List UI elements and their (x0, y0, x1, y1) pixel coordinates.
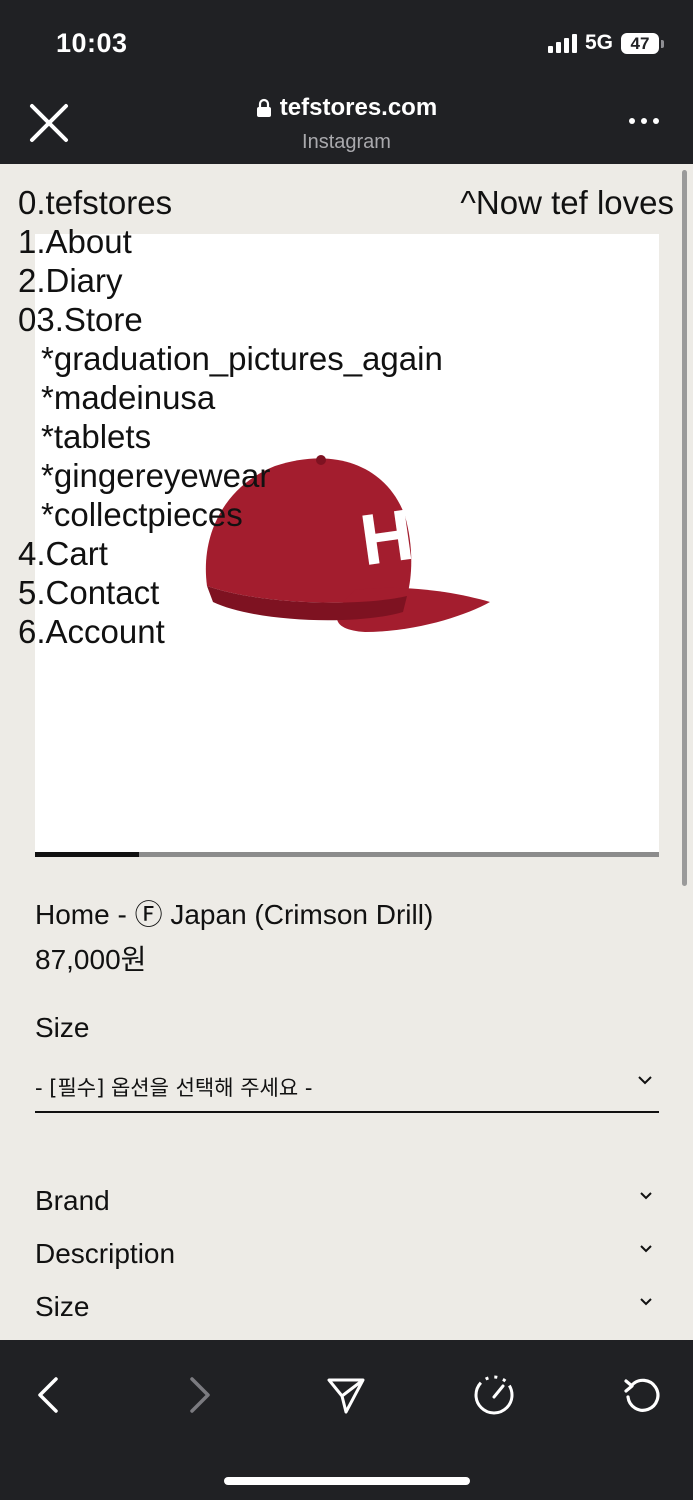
chevron-down-icon (638, 1075, 652, 1084)
menu-subitem[interactable]: *collectpieces (18, 495, 443, 534)
menu-subitem[interactable]: *graduation_pictures_again (18, 339, 443, 378)
menu-item[interactable]: 2.Diary (18, 261, 443, 300)
status-indicators: 5G 47 (547, 31, 664, 55)
network-label: 5G (584, 31, 613, 54)
browser-header: 10:03 5G 47 tefstores.com Instagram (0, 0, 693, 164)
page-scrollbar[interactable] (682, 170, 687, 886)
back-icon (38, 1377, 58, 1413)
back-button[interactable] (24, 1370, 74, 1420)
chevron-down-icon (640, 1244, 652, 1252)
accordion-label: Description (35, 1238, 176, 1269)
more-dot (653, 118, 659, 124)
menu-item[interactable]: 5.Contact (18, 573, 443, 612)
forward-icon (190, 1377, 210, 1413)
menu-item[interactable]: 6.Account (18, 612, 443, 651)
battery-icon: 47 (621, 32, 664, 54)
gallery-progress (35, 852, 659, 857)
status-time: 10:03 (56, 28, 128, 58)
browser-toolbar (0, 1340, 693, 1500)
menu-item[interactable]: 4.Cart (18, 534, 443, 573)
size-label: Size (35, 1012, 90, 1043)
chevron-down-icon (640, 1191, 652, 1199)
accordion-brand[interactable]: Brand (35, 1185, 659, 1217)
accordion-label: Size (35, 1291, 90, 1322)
signal-icon (547, 33, 577, 53)
more-dot (629, 118, 635, 124)
menu-item[interactable]: 0.tefstores (18, 183, 443, 222)
menu-subitem[interactable]: *madeinusa (18, 378, 443, 417)
more-options-button[interactable] (629, 118, 659, 124)
menu-subitem[interactable]: *gingereyewear (18, 456, 443, 495)
share-button[interactable] (321, 1370, 371, 1420)
gallery-progress-fill (35, 852, 140, 857)
product-price: 87,000원 (35, 944, 147, 975)
reload-button[interactable] (617, 1370, 667, 1420)
product-title: Home - Ⓕ Japan (Crimson Drill) (35, 899, 434, 930)
menu-item[interactable]: 03.Store (18, 300, 443, 339)
forward-button[interactable] (174, 1370, 224, 1420)
accordion-size[interactable]: Size (35, 1291, 659, 1323)
size-select-value: - [필수] 옵션을 선택해 주세요 - (35, 1075, 313, 1100)
site-menu: 0.tefstores 1.About 2.Diary 03.Store *gradua… (18, 183, 443, 651)
accordion-description[interactable]: Description (35, 1238, 659, 1270)
source-app-label: Instagram (302, 131, 391, 153)
accordion-label: Brand (35, 1185, 110, 1216)
reload-icon (624, 1378, 660, 1412)
size-select[interactable]: - [필수] 옵션을 선택해 주세요 - (35, 1062, 659, 1113)
address-bar[interactable]: tefstores.com Instagram (0, 94, 693, 154)
menu-subitem[interactable]: *tablets (18, 417, 443, 456)
home-indicator[interactable] (224, 1477, 470, 1485)
chevron-down-icon (640, 1297, 652, 1305)
menu-item[interactable]: 1.About (18, 222, 443, 261)
page-url: tefstores.com (279, 94, 438, 121)
speed-dial-icon (474, 1375, 514, 1415)
speed-dial-button[interactable] (469, 1370, 519, 1420)
lock-icon (256, 98, 271, 117)
share-send-icon (327, 1378, 365, 1414)
more-dot (641, 118, 647, 124)
now-tef-loves-link[interactable]: ^Now tef loves (460, 183, 674, 222)
